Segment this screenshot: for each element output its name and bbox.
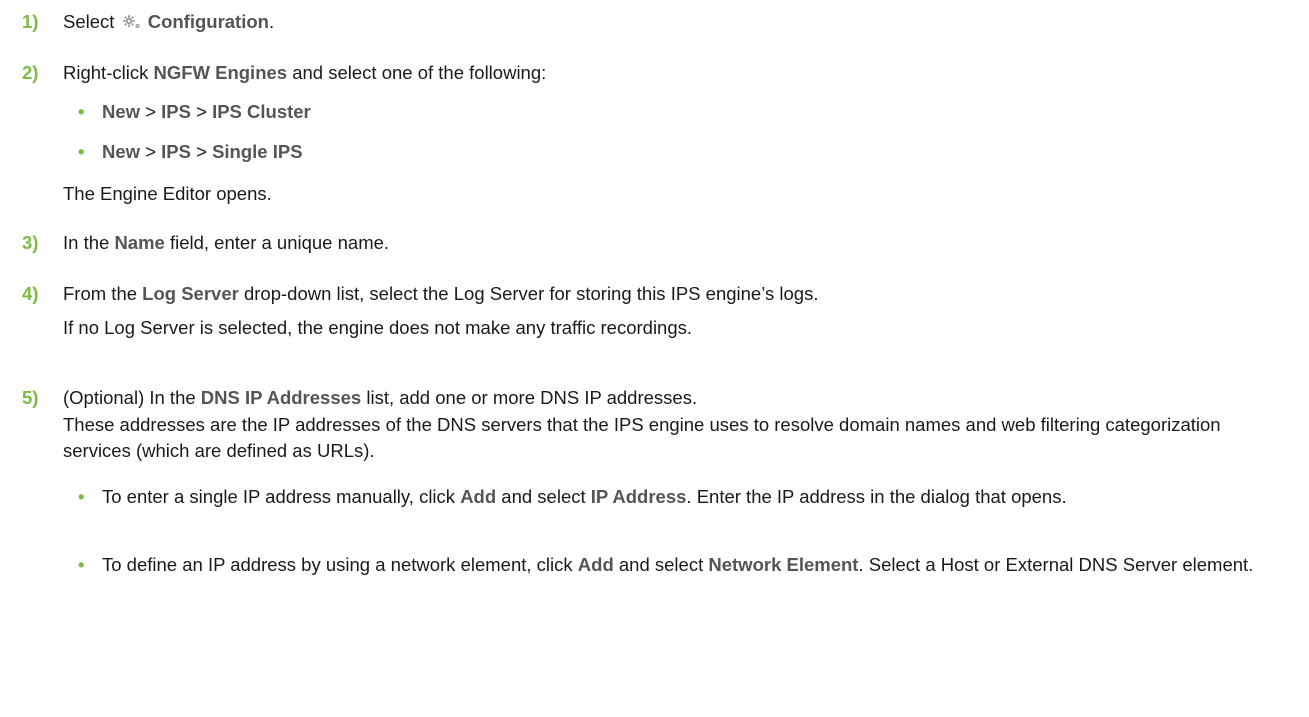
bullet-icon: •	[78, 141, 85, 162]
bullet-icon: •	[78, 554, 85, 575]
list-item: • New > IPS > Single IPS	[78, 139, 1297, 165]
step-result: The Engine Editor opens.	[63, 183, 272, 204]
step-number: 2)	[22, 62, 39, 83]
list-item: • New > IPS > IPS Cluster	[78, 99, 1297, 125]
step-text: Right-click NGFW Engines and select one …	[63, 62, 547, 83]
log-server-label: Log Server	[142, 283, 239, 304]
step-number: 1)	[22, 11, 39, 32]
ip-address-label: IP Address	[590, 486, 687, 507]
bullet-icon: •	[78, 101, 85, 122]
step-number: 3)	[22, 232, 39, 253]
step-note: These addresses are the IP addresses of …	[63, 414, 1221, 461]
gear-icon	[122, 15, 140, 28]
bullet-icon: •	[78, 486, 85, 507]
add-label: Add	[577, 554, 614, 575]
dns-ip-addresses-label: DNS IP Addresses	[200, 387, 362, 408]
ngfw-engines-label: NGFW Engines	[153, 62, 288, 83]
step-note: If no Log Server is selected, the engine…	[63, 317, 693, 338]
step-text: From the Log Server drop-down list, sele…	[63, 283, 819, 304]
list-item: • To enter a single IP address manually,…	[78, 484, 1297, 510]
step-text: Select Configuration.	[63, 11, 275, 32]
list-item: • To define an IP address by using a net…	[78, 552, 1297, 578]
name-field-label: Name	[114, 232, 165, 253]
add-label: Add	[460, 486, 497, 507]
step-text: In the Name field, enter a unique name.	[63, 232, 390, 253]
step-number: 4)	[22, 283, 39, 304]
step-number: 5)	[22, 387, 39, 408]
network-element-label: Network Element	[708, 554, 859, 575]
step-text: (Optional) In the DNS IP Addresses list,…	[63, 387, 698, 408]
configuration-label: Configuration	[147, 11, 269, 32]
